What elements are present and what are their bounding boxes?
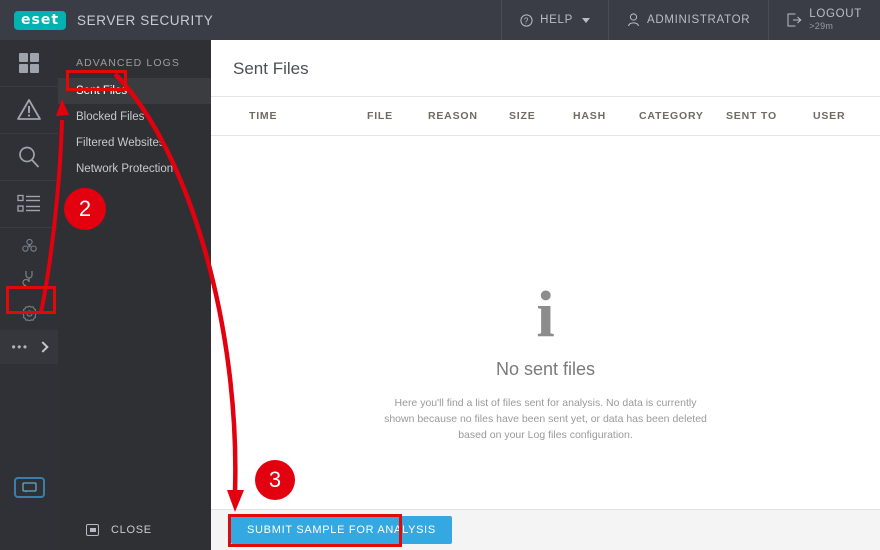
- sidebar-item-filtered-websites[interactable]: Filtered Websites: [58, 130, 211, 156]
- product-title: SERVER SECURITY: [77, 12, 214, 28]
- close-button[interactable]: CLOSE: [58, 509, 211, 550]
- panel-section-title: ADVANCED LOGS: [76, 57, 180, 69]
- column-header-category[interactable]: CATEGORY: [639, 110, 704, 122]
- page-title: Sent Files: [233, 59, 309, 78]
- help-icon: ?: [520, 13, 533, 27]
- tools-icon: [22, 271, 33, 288]
- icon-rail: •••: [0, 40, 58, 550]
- empty-state-title: No sent files: [495, 359, 596, 379]
- help-label: HELP: [540, 14, 573, 26]
- brand: eset SERVER SECURITY: [0, 10, 214, 30]
- submit-sample-button[interactable]: SUBMIT SAMPLE FOR ANALYSIS: [231, 516, 452, 544]
- warning-icon: [17, 99, 41, 120]
- logout-icon: [787, 13, 802, 27]
- table-header-row: TIME FILE REASON SIZE HASH CATEGORY SENT…: [211, 96, 880, 136]
- user-menu[interactable]: ADMINISTRATOR: [608, 0, 768, 40]
- logout-label: LOGOUT: [809, 8, 862, 21]
- monitor-chat-icon: [22, 481, 37, 492]
- logout-button[interactable]: LOGOUT >29m: [768, 0, 880, 40]
- logs-icon: [17, 194, 40, 212]
- svg-text:?: ?: [524, 16, 529, 25]
- column-header-reason[interactable]: REASON: [428, 110, 478, 122]
- column-header-hash[interactable]: HASH: [573, 110, 606, 122]
- rail-item-settings[interactable]: [0, 296, 58, 330]
- column-header-file[interactable]: FILE: [367, 110, 393, 122]
- advanced-logs-panel: ADVANCED LOGS Sent Files Blocked Files F…: [58, 40, 211, 550]
- gear-icon: [21, 305, 37, 321]
- rail-expand-button[interactable]: •••: [0, 330, 58, 364]
- help-menu[interactable]: ? HELP: [501, 0, 608, 40]
- biohazard-icon: [21, 238, 37, 252]
- logout-text: LOGOUT >29m: [809, 8, 862, 32]
- sidebar-item-blocked-files[interactable]: Blocked Files: [58, 104, 211, 130]
- main-footer-bar: SUBMIT SAMPLE FOR ANALYSIS: [211, 509, 880, 550]
- rail-item-logs[interactable]: [0, 181, 58, 228]
- person-icon: [628, 13, 639, 27]
- user-label: ADMINISTRATOR: [647, 14, 751, 26]
- column-header-user[interactable]: USER: [813, 110, 845, 122]
- close-label: CLOSE: [111, 523, 152, 536]
- main-content: Sent Files TIME FILE REASON SIZE HASH CA…: [211, 40, 880, 550]
- rail-item-alerts[interactable]: [0, 87, 58, 134]
- header-actions: ? HELP ADMINISTRATOR LOGOUT >29m: [501, 0, 880, 40]
- column-header-sent-to[interactable]: SENT TO: [726, 110, 777, 122]
- column-header-size[interactable]: SIZE: [509, 110, 536, 122]
- eset-logo: eset: [14, 10, 67, 30]
- sidebar-item-sent-files[interactable]: Sent Files: [58, 78, 211, 104]
- empty-state-description: Here you'll find a list of files sent fo…: [384, 397, 707, 441]
- eset-server-security-window: eset SERVER SECURITY ? HELP ADMINISTRATO…: [0, 0, 880, 550]
- search-icon: [19, 146, 40, 168]
- info-icon: i: [536, 278, 555, 351]
- rail-item-threats[interactable]: [0, 228, 58, 262]
- dashboard-icon: [19, 53, 39, 73]
- chevron-right-icon: [36, 341, 49, 353]
- logout-timer: >29m: [809, 21, 834, 32]
- rail-item-tools[interactable]: [0, 262, 58, 296]
- rail-item-monitor[interactable]: [14, 477, 45, 498]
- rail-item-scan[interactable]: [0, 134, 58, 181]
- rail-item-dashboard[interactable]: [0, 40, 58, 87]
- sidebar-item-network-protection[interactable]: Network Protection: [58, 156, 211, 182]
- ellipsis-icon: •••: [11, 340, 29, 354]
- app-header: eset SERVER SECURITY ? HELP ADMINISTRATO…: [0, 0, 880, 40]
- chevron-down-icon: [582, 17, 590, 23]
- empty-state: i No sent files Here you'll find a list …: [211, 278, 880, 443]
- column-header-time[interactable]: TIME: [249, 110, 277, 122]
- collapse-icon: [86, 523, 99, 536]
